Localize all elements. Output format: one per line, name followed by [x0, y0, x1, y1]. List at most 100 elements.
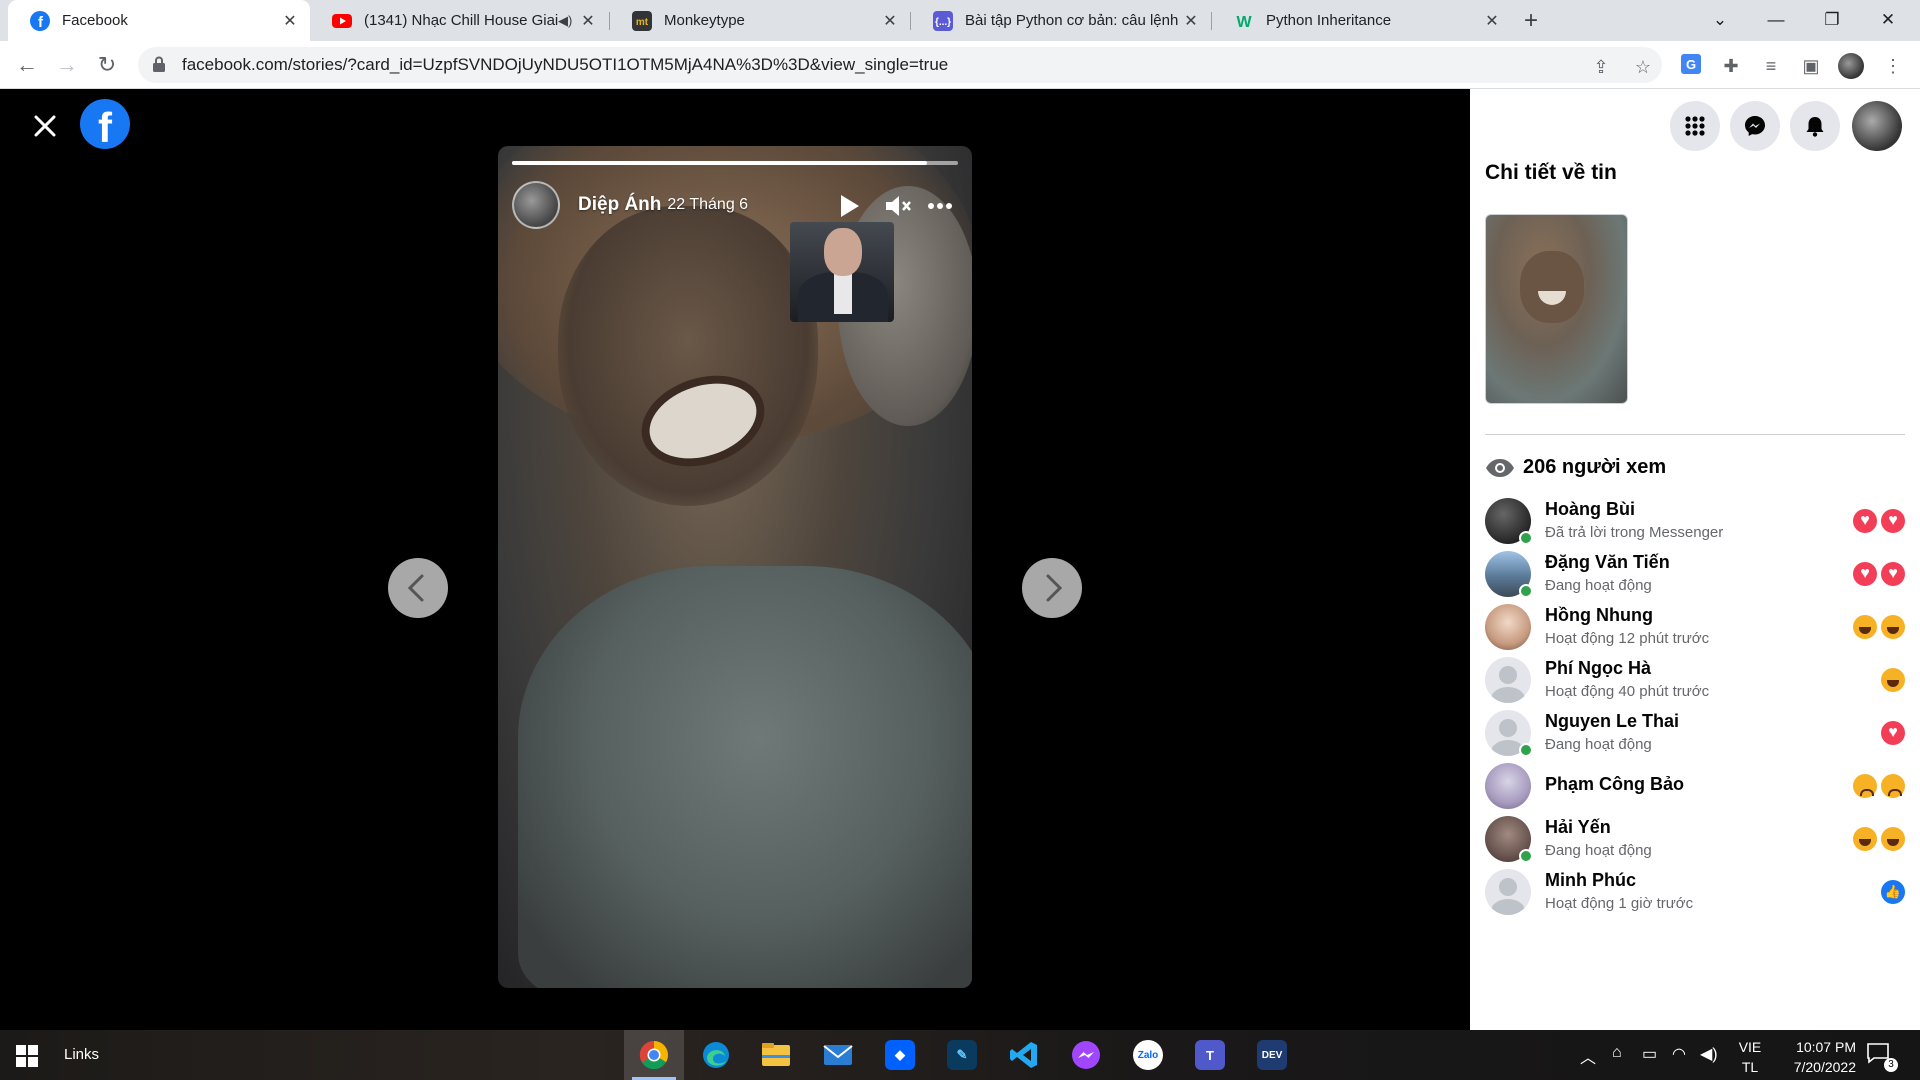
tab-facebook[interactable]: f Facebook ✕	[8, 0, 310, 41]
previous-story-button[interactable]	[388, 558, 448, 618]
viewer-row[interactable]: Nguyen Le Thai Đang hoạt động	[1485, 707, 1905, 759]
back-button[interactable]: ←	[12, 50, 42, 80]
menu-grid-button[interactable]	[1670, 101, 1720, 151]
show-hidden-icons-icon[interactable]: ︿	[1580, 1044, 1596, 1068]
viewer-row[interactable]: Phạm Công Bảo	[1485, 760, 1905, 812]
bell-icon	[1806, 117, 1824, 137]
language-code: VIE	[1738, 1039, 1762, 1055]
file-explorer-icon[interactable]	[746, 1030, 806, 1080]
viewer-row[interactable]: Phí Ngọc Hà Hoạt động 40 phút trước	[1485, 654, 1905, 706]
close-icon[interactable]: ✕	[280, 11, 300, 31]
more-options-icon[interactable]	[924, 190, 956, 222]
viewer-avatar[interactable]	[1485, 657, 1531, 703]
viewer-name[interactable]: Hải Yến	[1545, 817, 1611, 838]
profile-avatar[interactable]	[1838, 53, 1864, 79]
account-avatar[interactable]	[1852, 101, 1902, 151]
viewer-name[interactable]: Hồng Nhung	[1545, 605, 1653, 626]
viewer-row[interactable]: Hải Yến Đang hoạt động	[1485, 813, 1905, 865]
lock-icon[interactable]	[152, 56, 170, 74]
viewer-name[interactable]: Phạm Công Bảo	[1545, 774, 1684, 795]
viewer-avatar[interactable]	[1485, 604, 1531, 650]
wifi-icon[interactable]: ◠	[1672, 1044, 1686, 1064]
devc-icon[interactable]: DEV	[1242, 1030, 1302, 1080]
clock[interactable]: 10:07 PM 7/20/2022	[1772, 1037, 1856, 1077]
haha-reaction-icon	[1853, 827, 1877, 851]
story-author[interactable]: Diệp Ánh	[578, 194, 661, 216]
menu-icon[interactable]: ⋮	[1880, 53, 1906, 79]
svg-text:{...}: {...}	[935, 17, 951, 28]
viewer-name[interactable]: Phí Ngọc Hà	[1545, 658, 1651, 679]
edge-icon[interactable]	[686, 1030, 746, 1080]
love-reaction-icon	[1881, 721, 1905, 745]
media-control-icon[interactable]: ≡	[1758, 53, 1784, 79]
viewer-name[interactable]: Hoàng Bùi	[1545, 499, 1635, 520]
tab-python-inheritance[interactable]: W Python Inheritance ✕	[1212, 0, 1512, 41]
forward-button[interactable]: →	[52, 50, 82, 80]
translate-icon[interactable]: G	[1678, 53, 1704, 79]
tab-youtube[interactable]: (1341) Nhạc Chill House Giai ◀) ✕	[310, 0, 608, 41]
close-icon[interactable]: ✕	[1181, 11, 1201, 31]
notification-center-icon[interactable]: 3	[1866, 1042, 1898, 1072]
address-bar[interactable]: facebook.com/stories/?card_id=UzpfSVNDOj…	[138, 47, 1662, 83]
story-thumbnail[interactable]	[1485, 214, 1628, 404]
close-icon[interactable]	[30, 111, 60, 141]
sticker-head	[824, 228, 862, 276]
haha-reaction-icon	[1881, 615, 1905, 639]
bookmark-star-icon[interactable]: ☆	[1632, 56, 1654, 78]
vscode-icon[interactable]	[994, 1030, 1054, 1080]
youtube-icon	[332, 11, 352, 31]
restore-button[interactable]: ❐	[1804, 0, 1860, 41]
dropbox-icon[interactable]: ◆	[870, 1030, 930, 1080]
new-tab-button[interactable]: +	[1516, 6, 1546, 36]
viewer-avatar[interactable]	[1485, 763, 1531, 809]
teams-icon[interactable]: T	[1180, 1030, 1240, 1080]
svg-text:mt: mt	[636, 17, 649, 28]
network-adapter-icon[interactable]: ⌂	[1612, 1044, 1622, 1062]
viewer-reactions	[1849, 827, 1905, 851]
volume-icon[interactable]: ◀)	[1700, 1044, 1718, 1064]
facebook-logo-icon[interactable]: f	[80, 99, 130, 149]
tab-monkeytype[interactable]: mt Monkeytype ✕	[610, 0, 910, 41]
viewer-avatar[interactable]	[1485, 869, 1531, 915]
thumb-face	[1520, 251, 1584, 323]
battery-icon[interactable]: ▭	[1642, 1044, 1657, 1064]
messenger-icon[interactable]	[1056, 1030, 1116, 1080]
speaker-icon[interactable]: ◀)	[558, 13, 578, 29]
close-icon[interactable]: ✕	[1482, 11, 1502, 31]
mail-icon[interactable]	[808, 1030, 868, 1080]
zalo-icon[interactable]: Zalo	[1118, 1030, 1178, 1080]
next-story-button[interactable]	[1022, 558, 1082, 618]
close-window-button[interactable]: ✕	[1860, 0, 1916, 41]
close-icon[interactable]: ✕	[578, 11, 598, 31]
author-avatar[interactable]	[512, 181, 560, 229]
viewer-name[interactable]: Nguyen Le Thai	[1545, 711, 1679, 732]
online-status-dot	[1519, 743, 1533, 757]
tab-title: Bài tập Python cơ bản: câu lệnh r	[965, 12, 1181, 29]
story-photo-face	[558, 206, 818, 506]
viewer-name[interactable]: Đặng Văn Tiến	[1545, 552, 1670, 573]
muted-speaker-icon[interactable]	[882, 190, 914, 222]
tab-search-button[interactable]: ⌄	[1692, 0, 1748, 41]
windows-start-icon[interactable]	[16, 1045, 38, 1067]
tab-python-exercise[interactable]: {...} Bài tập Python cơ bản: câu lệnh r …	[911, 0, 1211, 41]
viewer-row[interactable]: Minh Phúc Hoạt động 1 giờ trước	[1485, 866, 1905, 918]
app-icon[interactable]: ✎	[932, 1030, 992, 1080]
close-icon[interactable]: ✕	[880, 11, 900, 31]
viewer-name[interactable]: Minh Phúc	[1545, 870, 1636, 891]
chrome-icon[interactable]	[624, 1030, 684, 1080]
minimize-button[interactable]: —	[1748, 0, 1804, 41]
links-toolbar[interactable]: Links	[64, 1046, 99, 1063]
viewer-row[interactable]: Đặng Văn Tiến Đang hoạt động	[1485, 548, 1905, 600]
input-language[interactable]: VIE TL	[1736, 1037, 1764, 1077]
share-icon[interactable]: ⇪	[1590, 56, 1612, 78]
viewer-row[interactable]: Hoàng Bùi Đã trả lời trong Messenger	[1485, 495, 1905, 547]
messenger-button[interactable]	[1730, 101, 1780, 151]
side-panel-icon[interactable]: ▣	[1798, 53, 1824, 79]
viewer-row[interactable]: Hồng Nhung Hoạt động 12 phút trước	[1485, 601, 1905, 653]
notifications-button[interactable]	[1790, 101, 1840, 151]
reload-button[interactable]: ↻	[92, 50, 122, 80]
extensions-icon[interactable]: ✚	[1718, 53, 1744, 79]
play-icon[interactable]	[832, 190, 864, 222]
viewer-reactions	[1849, 509, 1905, 533]
story-card[interactable]: Diệp Ánh 22 Tháng 6	[498, 146, 972, 988]
